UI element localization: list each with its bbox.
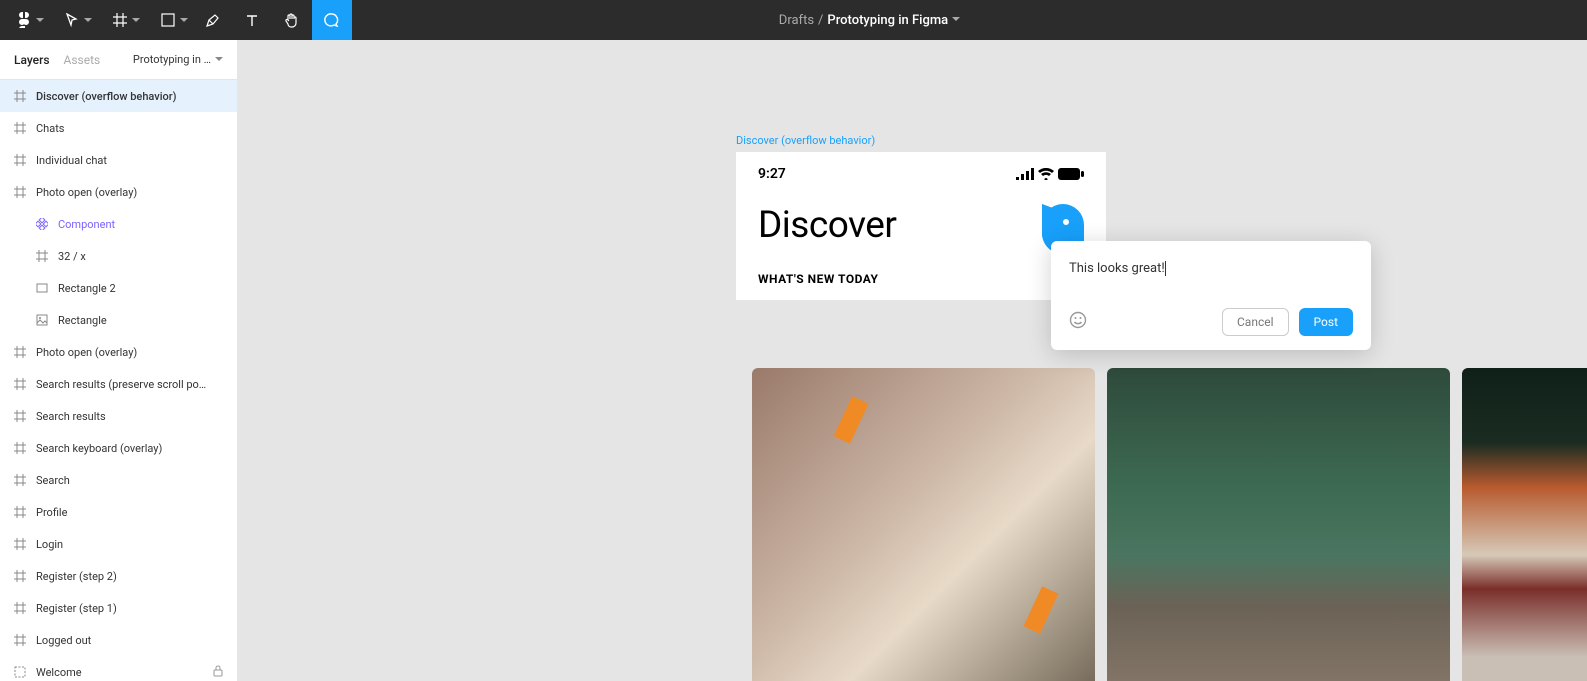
layer-row[interactable]: Chats <box>0 112 237 144</box>
layer-row[interactable]: Login <box>0 528 237 560</box>
hand-tool-button[interactable] <box>272 0 312 40</box>
page-selector[interactable]: Prototyping in … <box>133 53 223 66</box>
lock-icon <box>213 665 223 680</box>
frame-icon <box>14 90 26 102</box>
layer-row[interactable]: Search results (preserve scroll po… <box>0 368 237 400</box>
layer-label: Register (step 1) <box>36 602 117 615</box>
layer-row[interactable]: Component <box>0 208 237 240</box>
breadcrumb[interactable]: Drafts / Prototyping in Figma <box>779 13 960 28</box>
frame-icon <box>14 410 26 422</box>
layer-label: Chats <box>36 122 64 135</box>
image-icon <box>36 314 48 326</box>
gallery-image-1[interactable] <box>752 368 1095 681</box>
post-button[interactable]: Post <box>1299 308 1353 336</box>
layer-label: Individual chat <box>36 154 107 167</box>
frame-icon <box>14 602 26 614</box>
frame-tool-button[interactable] <box>96 0 144 40</box>
text-cursor <box>1165 261 1166 276</box>
tab-assets[interactable]: Assets <box>64 53 101 67</box>
layer-label: Component <box>58 218 115 231</box>
layer-row[interactable]: Logged out <box>0 624 237 656</box>
move-tool-button[interactable] <box>48 0 96 40</box>
layer-label: Logged out <box>36 634 91 647</box>
frame-icon <box>14 346 26 358</box>
frame-icon <box>14 442 26 454</box>
signal-icon <box>1016 168 1034 180</box>
layer-row[interactable]: 32 / x <box>0 240 237 272</box>
canvas[interactable]: Discover (overflow behavior) 9:27 Discov… <box>238 40 1587 681</box>
component-icon <box>36 218 48 230</box>
tab-layers[interactable]: Layers <box>14 53 50 67</box>
layer-row[interactable]: Welcome <box>0 656 237 681</box>
comment-input[interactable]: This looks great! <box>1069 261 1353 276</box>
layer-row[interactable]: Search <box>0 464 237 496</box>
shape-tool-button[interactable] <box>144 0 192 40</box>
frame-label[interactable]: Discover (overflow behavior) <box>736 134 875 147</box>
main-menu-button[interactable] <box>0 0 48 40</box>
status-icons <box>1016 168 1084 180</box>
image-gallery <box>752 368 1587 681</box>
layer-label: Photo open (overlay) <box>36 346 137 359</box>
layer-label: Discover (overflow behavior) <box>36 90 177 103</box>
layer-row[interactable]: Discover (overflow behavior) <box>0 80 237 112</box>
layer-label: Welcome <box>36 666 82 679</box>
chevron-down-icon <box>215 57 223 63</box>
chevron-down-icon <box>952 17 960 23</box>
layer-label: 32 / x <box>58 250 86 263</box>
page-title: Discover <box>758 204 896 247</box>
frame-icon <box>14 538 26 550</box>
frame-icon <box>14 378 26 390</box>
layer-row[interactable]: Search results <box>0 400 237 432</box>
battery-icon <box>1058 168 1084 180</box>
layer-label: Photo open (overlay) <box>36 186 137 199</box>
frame-icon <box>14 154 26 166</box>
comment-tool-button[interactable] <box>312 0 352 40</box>
frame-icon <box>14 186 26 198</box>
gallery-image-3[interactable] <box>1462 368 1587 681</box>
layer-row[interactable]: Photo open (overlay) <box>0 176 237 208</box>
layer-label: Profile <box>36 506 67 519</box>
cancel-button[interactable]: Cancel <box>1222 308 1289 336</box>
status-time: 9:27 <box>758 166 786 182</box>
layer-label: Search keyboard (overlay) <box>36 442 162 455</box>
layer-row[interactable]: Rectangle <box>0 304 237 336</box>
frame-icon <box>14 634 26 646</box>
gallery-image-2[interactable] <box>1107 368 1450 681</box>
layers-panel: Layers Assets Prototyping in … Discover … <box>0 40 238 681</box>
layer-row[interactable]: Register (step 1) <box>0 592 237 624</box>
layer-label: Register (step 2) <box>36 570 117 583</box>
layer-label: Login <box>36 538 63 551</box>
frame-icon <box>36 250 48 262</box>
wifi-icon <box>1038 168 1054 180</box>
layer-label: Rectangle <box>58 314 107 327</box>
layer-row[interactable]: Search keyboard (overlay) <box>0 432 237 464</box>
breadcrumb-parent: Drafts <box>779 13 814 28</box>
breadcrumb-current: Prototyping in Figma <box>827 13 948 28</box>
layer-row[interactable]: Profile <box>0 496 237 528</box>
pen-tool-button[interactable] <box>192 0 232 40</box>
frame-icon <box>14 122 26 134</box>
dashed-icon <box>14 666 26 678</box>
comment-popup: This looks great! Cancel Post <box>1051 241 1371 350</box>
layer-label: Search results (preserve scroll po… <box>36 378 206 391</box>
layer-label: Search results <box>36 410 106 423</box>
layer-row[interactable]: Photo open (overlay) <box>0 336 237 368</box>
layer-row[interactable]: Individual chat <box>0 144 237 176</box>
layer-label: Search <box>36 474 70 487</box>
layer-row[interactable]: Register (step 2) <box>0 560 237 592</box>
emoji-picker-button[interactable] <box>1069 311 1087 333</box>
layer-label: Rectangle 2 <box>58 282 116 295</box>
frame-icon <box>14 506 26 518</box>
frame-icon <box>14 474 26 486</box>
rect-icon <box>36 282 48 294</box>
frame-icon <box>14 570 26 582</box>
text-tool-button[interactable] <box>232 0 272 40</box>
layer-row[interactable]: Rectangle 2 <box>0 272 237 304</box>
